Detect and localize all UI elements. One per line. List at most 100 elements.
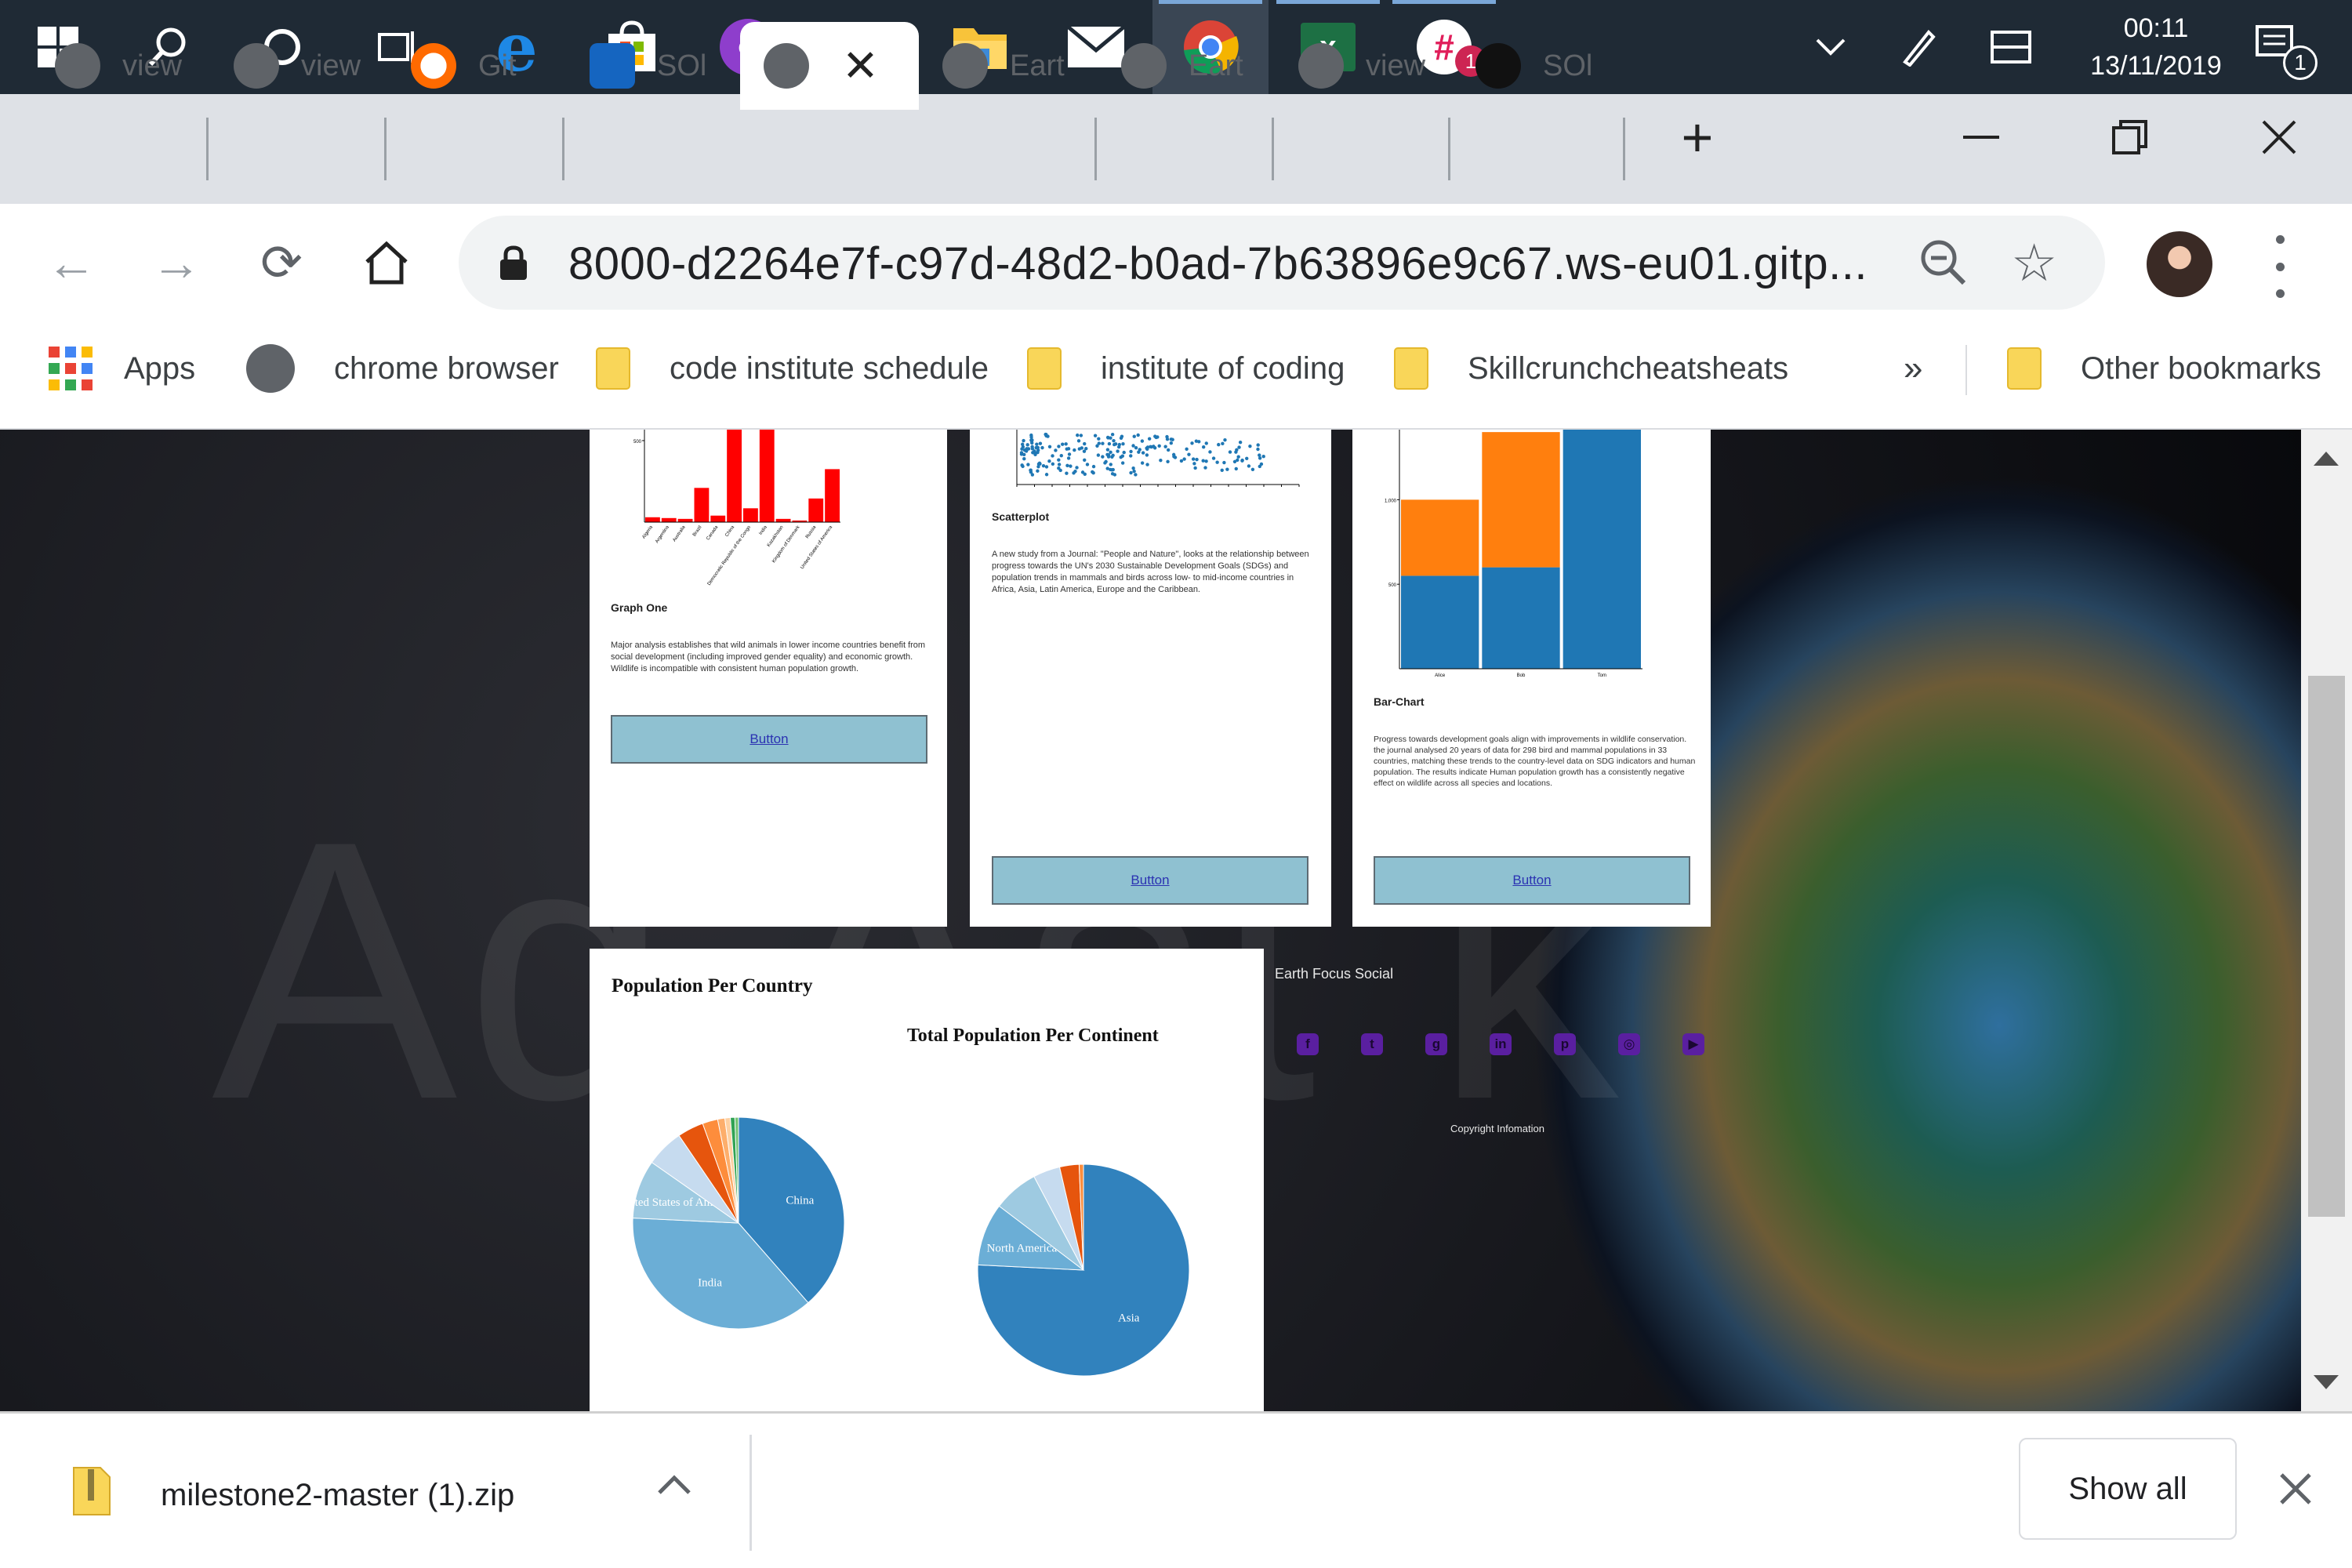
pinterest-icon[interactable]: p <box>1554 1033 1576 1055</box>
scatter-point <box>1140 461 1145 465</box>
scroll-down-icon[interactable] <box>2312 1374 2340 1391</box>
scatter-point <box>1041 463 1046 468</box>
new-tab-button[interactable]: + <box>1623 94 1772 180</box>
scatter-point <box>1191 457 1196 461</box>
scatter-point <box>1035 442 1039 446</box>
scatter-point <box>1258 456 1262 460</box>
bookmarks-overflow-button[interactable]: » <box>1904 337 1922 400</box>
youtube-icon[interactable]: ▶ <box>1682 1033 1704 1055</box>
chevron-up-tray-icon[interactable] <box>1795 0 1866 94</box>
pie-label: Asia <box>1118 1312 1140 1325</box>
card-button[interactable]: Button <box>611 715 927 764</box>
minimize-button[interactable] <box>1907 94 2056 180</box>
chrome-menu-icon[interactable] <box>2264 235 2296 298</box>
globe-icon <box>55 43 100 89</box>
show-all-button[interactable]: Show all <box>2019 1438 2237 1540</box>
scatter-point <box>1036 469 1040 473</box>
clock-time: 00:11 <box>2123 13 2189 43</box>
address-bar[interactable]: 8000-d2264e7f-c97d-48d2-b0ad-7b63896e9c6… <box>459 216 2105 310</box>
bar <box>727 430 742 522</box>
scrollbar-thumb[interactable] <box>2308 676 2345 1217</box>
x-tick-label: Argentina <box>655 524 670 544</box>
facebook-icon[interactable]: f <box>1297 1033 1319 1055</box>
scatter-point <box>1022 452 1026 457</box>
pie-chart-card: Population Per Country Total Population … <box>590 949 1264 1411</box>
scatter-point <box>1182 457 1186 461</box>
tab-earth-2[interactable]: Eart <box>1098 22 1254 110</box>
folder-icon <box>1027 347 1062 390</box>
scatter-point <box>1131 466 1135 470</box>
scatter-point <box>1171 437 1174 441</box>
scatter-point <box>1044 432 1048 437</box>
profile-avatar[interactable] <box>2147 231 2212 297</box>
scatter-point <box>1179 459 1184 463</box>
bookmark-skillcrunch[interactable]: Skillcrunchcheatsheats <box>1394 337 1788 400</box>
scatter-point <box>1187 452 1191 456</box>
tab-view-1[interactable]: view <box>31 22 188 110</box>
star-icon[interactable]: ☆ <box>2011 233 2057 293</box>
scatter-point <box>1112 473 1117 477</box>
bar-chart-countries: 5001,000AlgeriaArgentinaAustraliaBrazilC… <box>633 430 840 586</box>
scatter-point <box>1247 464 1251 468</box>
url-text[interactable]: 8000-d2264e7f-c97d-48d2-b0ad-7b63896e9c6… <box>568 238 1867 290</box>
tab-github[interactable]: SOl <box>1452 22 1621 110</box>
card-button[interactable]: Button <box>992 856 1308 905</box>
tab-view-2[interactable]: view <box>210 22 367 110</box>
scatter-point <box>1197 440 1201 444</box>
bookmark-code-institute-schedule[interactable]: code institute schedule <box>596 337 989 400</box>
scatter-point <box>1147 437 1152 441</box>
card-text: Progress towards development goals align… <box>1374 735 1696 788</box>
scroll-up-icon[interactable] <box>2312 450 2340 467</box>
close-tab-icon[interactable]: ✕ <box>842 40 879 92</box>
scatter-point <box>1065 471 1069 475</box>
notifications-icon[interactable]: 1 <box>2242 0 2318 94</box>
bookmark-apps[interactable]: Apps <box>49 337 195 400</box>
scatter-point <box>1141 451 1145 455</box>
scatter-point <box>1119 436 1123 441</box>
scatter-point <box>1026 463 1030 466</box>
card-button[interactable]: Button <box>1374 856 1690 905</box>
download-options-icon[interactable] <box>657 1474 691 1500</box>
tablet-mode-icon[interactable] <box>1976 0 2046 94</box>
tab-gitpod[interactable]: Git <box>387 22 544 110</box>
scatter-point <box>1235 448 1239 452</box>
instagram-icon[interactable]: ◎ <box>1618 1033 1640 1055</box>
pen-icon[interactable] <box>1882 0 1952 94</box>
scatter-point <box>1047 445 1052 449</box>
scatter-point <box>1106 455 1111 459</box>
download-filename[interactable]: milestone2-master (1).zip <box>161 1478 514 1513</box>
home-button[interactable] <box>351 227 422 298</box>
close-window-button[interactable] <box>2205 94 2352 180</box>
gitpod-icon <box>411 43 456 89</box>
bookmark-other[interactable]: Other bookmarks <box>2007 337 2321 400</box>
scatter-point <box>1129 454 1133 458</box>
scatter-point <box>1145 463 1149 466</box>
pie-chart-country: ChinaIndiaUnited States of America <box>621 1116 845 1330</box>
bookmark-institute-of-coding[interactable]: institute of coding <box>1027 337 1345 400</box>
forward-button[interactable]: → <box>141 227 212 298</box>
stacked-bar-chart: 5001,0001,500AliceBobTom <box>1385 430 1642 678</box>
bookmark-chrome-browser[interactable]: chrome browser <box>246 337 559 400</box>
linkedin-icon[interactable]: in <box>1490 1033 1512 1055</box>
tab-view-3[interactable]: view <box>1275 22 1432 110</box>
zoom-icon[interactable] <box>1918 238 1969 298</box>
scatter-point <box>1149 445 1152 449</box>
tab-earth-1[interactable]: Eart <box>919 22 1091 110</box>
reload-button[interactable]: ⟳ <box>246 227 317 298</box>
restore-button[interactable] <box>2056 94 2205 180</box>
clock[interactable]: 00:11 13/11/2019 <box>2078 9 2234 85</box>
back-button[interactable]: ← <box>36 227 107 298</box>
tab-active[interactable]: ✕ <box>740 22 919 110</box>
scatter-point <box>1103 461 1107 465</box>
scatter-point <box>1245 456 1249 460</box>
pie2-title: Total Population Per Continent <box>907 1025 1159 1046</box>
twitter-icon[interactable]: t <box>1361 1033 1383 1055</box>
card-text: A new study from a Journal: "People and … <box>992 550 1309 594</box>
bar <box>694 488 710 522</box>
github-icon[interactable]: g <box>1425 1033 1447 1055</box>
scatter-point <box>1038 441 1043 445</box>
lock-icon <box>500 245 527 280</box>
tab-codeinstitute[interactable]: SOl <box>566 22 723 110</box>
pie-label: North America <box>987 1242 1058 1254</box>
close-downloads-icon[interactable] <box>2278 1472 2313 1510</box>
